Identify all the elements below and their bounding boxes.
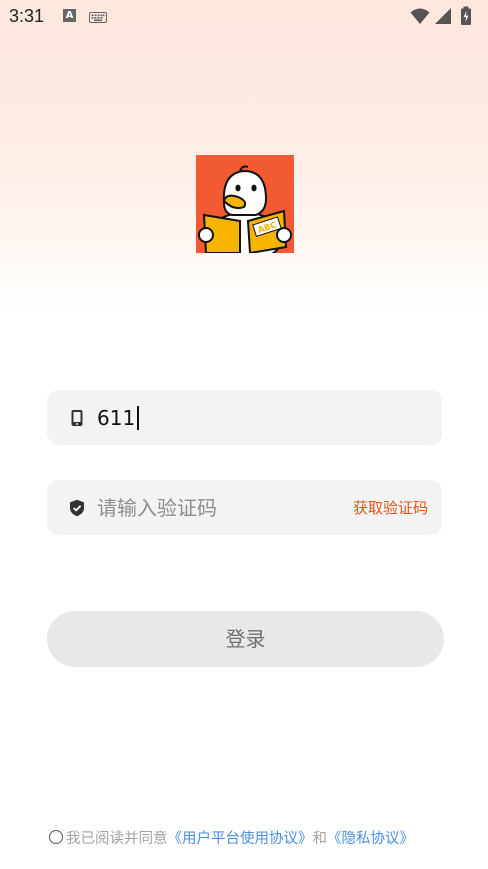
phone-icon [69, 409, 85, 427]
phone-field[interactable]: 611 [47, 390, 442, 445]
status-right-icons [410, 6, 480, 26]
phone-input[interactable]: 611 [97, 405, 139, 431]
status-time: 3:31 [9, 6, 45, 26]
phone-input-value: 611 [97, 406, 136, 430]
agreement-row: 我已阅读并同意 《用户平台使用协议》 和 《隐私协议》 [49, 826, 414, 848]
verification-code-field[interactable]: 请输入验证码 获取验证码 [47, 480, 442, 535]
a-notification-icon: A [63, 9, 76, 22]
privacy-agreement-link[interactable]: 《隐私协议》 [327, 827, 414, 848]
agreement-conjunction: 和 [312, 830, 328, 847]
shield-check-icon [69, 499, 85, 517]
agreement-prefix: 我已阅读并同意 [66, 830, 168, 847]
user-agreement-link[interactable]: 《用户平台使用协议》 [168, 827, 313, 848]
battery-icon [461, 6, 471, 25]
signal-icon [435, 8, 451, 24]
wifi-icon [410, 8, 430, 24]
status-bar: 3:31 A [0, 0, 488, 34]
get-code-button[interactable]: 获取验证码 [353, 498, 428, 518]
agreement-checkbox[interactable] [49, 830, 63, 844]
app-logo: ABC [196, 155, 294, 253]
keyboard-icon [89, 9, 107, 23]
verification-code-input[interactable]: 请输入验证码 [97, 495, 217, 521]
login-button[interactable]: 登录 [47, 611, 444, 667]
text-caret [137, 406, 139, 430]
